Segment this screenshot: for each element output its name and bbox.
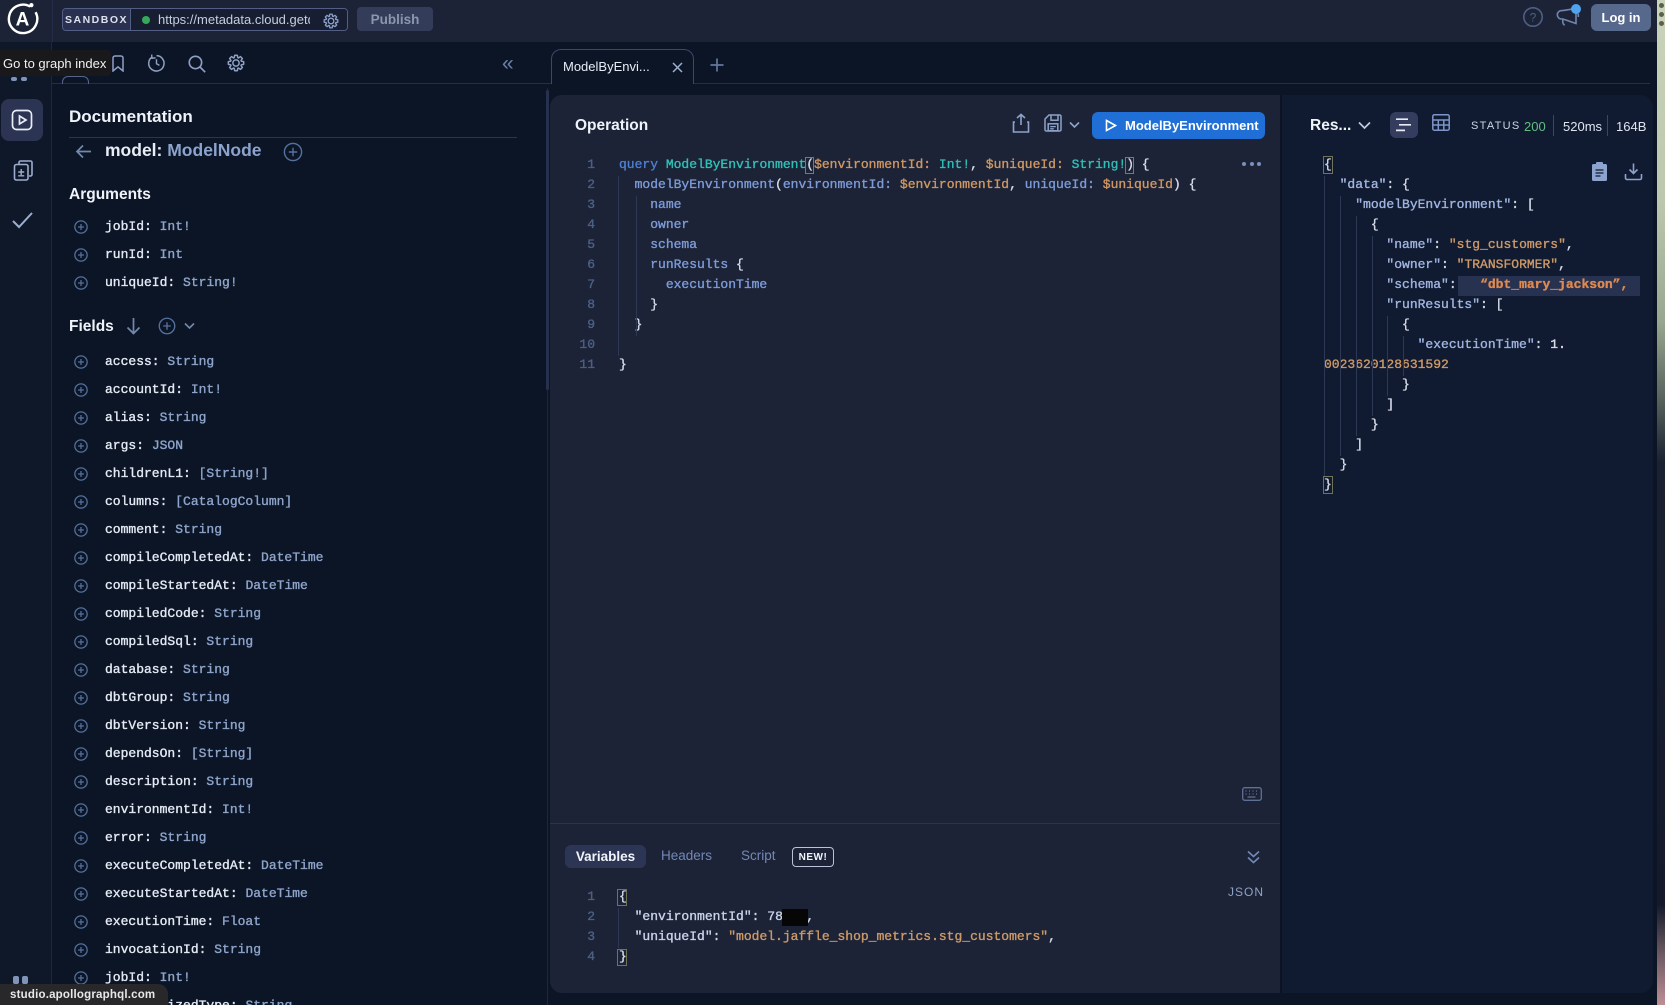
svg-text:?: ? <box>1530 11 1537 25</box>
svg-text:A: A <box>16 10 30 31</box>
